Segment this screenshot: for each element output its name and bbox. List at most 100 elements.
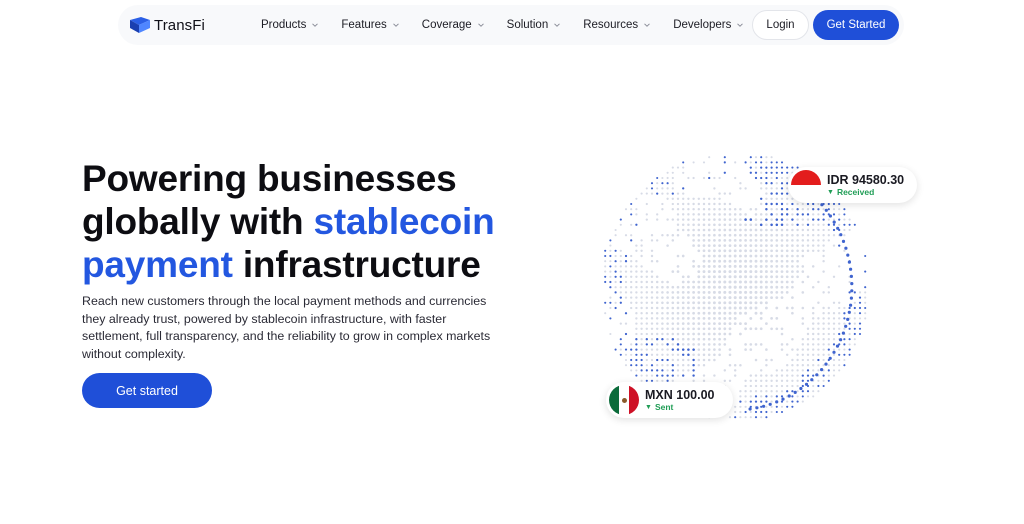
- globe-dot: [645, 306, 649, 310]
- globe-dot: [640, 374, 643, 377]
- globe-dot: [645, 187, 648, 190]
- transfer-arc-dot: [835, 344, 840, 348]
- globe-dot: [702, 207, 706, 211]
- globe-dot: [812, 358, 815, 362]
- nav-resources[interactable]: Resources: [583, 19, 651, 31]
- globe-dot: [640, 306, 643, 310]
- globe-dot: [661, 291, 664, 294]
- globe-dot: [733, 264, 737, 268]
- nav-coverage[interactable]: Coverage: [422, 19, 485, 31]
- globe-dot: [692, 322, 695, 325]
- globe-dot: [754, 390, 758, 393]
- globe-dot: [754, 290, 758, 294]
- globe-dot: [759, 202, 763, 206]
- globe-dot: [817, 213, 820, 216]
- globe-dot: [692, 369, 695, 372]
- globe-dot: [822, 384, 825, 388]
- globe-dot: [827, 374, 830, 377]
- globe-dot: [780, 379, 784, 382]
- hero-get-started-button[interactable]: Get started: [82, 373, 212, 408]
- globe-dot: [791, 280, 794, 284]
- nav-developers[interactable]: Developers: [673, 19, 744, 31]
- globe-dot: [817, 218, 820, 221]
- idr-transaction-card: IDR 94580.30 ▼ Received: [788, 167, 917, 203]
- globe-dot: [780, 275, 784, 279]
- globe-dot: [744, 343, 747, 346]
- globe-dot: [744, 161, 747, 164]
- globe-dot: [707, 228, 711, 232]
- globe-dot: [775, 270, 779, 273]
- globe-dot: [676, 270, 680, 273]
- globe-dot: [614, 291, 617, 294]
- globe-dot: [728, 218, 732, 221]
- globe-dot: [692, 207, 695, 211]
- globe-dot: [791, 265, 794, 268]
- nav-solution[interactable]: Solution: [507, 19, 562, 31]
- globe-dot: [843, 218, 846, 221]
- globe-dot: [624, 358, 628, 362]
- globe-dot: [817, 332, 820, 336]
- globe-dot: [760, 176, 763, 180]
- globe-dot: [650, 291, 654, 294]
- globe-dot: [723, 270, 727, 274]
- globe-dot: [780, 233, 784, 237]
- globe-dot: [624, 208, 628, 211]
- globe-dot: [713, 358, 716, 362]
- globe-dot: [702, 213, 706, 216]
- nav-developers-label: Developers: [673, 19, 732, 31]
- globe-dot: [827, 379, 830, 382]
- globe-dot: [713, 176, 716, 180]
- nav-products[interactable]: Products: [261, 19, 319, 31]
- globe-dot: [822, 249, 825, 252]
- globe-dot: [796, 233, 799, 237]
- globe-dot: [661, 311, 664, 315]
- globe-dot: [738, 280, 742, 284]
- globe-dot: [661, 306, 664, 310]
- globe-dot: [759, 285, 763, 289]
- globe-dot: [785, 280, 789, 284]
- globe-dot: [733, 270, 737, 274]
- globe-dot: [682, 166, 685, 169]
- globe-dot: [864, 301, 867, 304]
- globe-dot: [775, 213, 779, 216]
- globe-dot: [775, 395, 778, 398]
- globe-dot: [650, 275, 654, 279]
- globe-dot: [661, 208, 664, 211]
- globe-dot: [682, 187, 685, 190]
- globe-dot: [707, 223, 711, 227]
- globe-dot: [707, 332, 711, 336]
- globe-dot: [687, 358, 690, 362]
- brand-logo[interactable]: TransFi: [130, 15, 205, 35]
- globe-dot: [765, 249, 768, 253]
- login-button[interactable]: Login: [752, 10, 809, 40]
- globe-dot: [728, 275, 732, 279]
- globe-dot: [687, 301, 690, 305]
- globe-dot: [713, 239, 716, 242]
- globe-dot: [812, 234, 815, 237]
- globe-dot: [843, 234, 846, 237]
- mxn-transaction-card: MXN 100.00 ▼ Sent: [606, 382, 733, 418]
- globe-dot: [723, 223, 727, 227]
- globe-dot: [697, 332, 701, 336]
- globe-dot: [702, 358, 706, 362]
- globe-dot: [811, 332, 815, 336]
- globe-dot: [749, 285, 753, 289]
- globe-dot: [635, 332, 638, 336]
- globe-dot: [775, 285, 779, 289]
- globe-dot: [718, 202, 721, 206]
- globe-dot: [749, 327, 753, 331]
- globe-dot: [812, 374, 815, 377]
- globe-dot: [635, 296, 638, 299]
- globe-dot: [775, 218, 779, 221]
- nav-features[interactable]: Features: [341, 19, 399, 31]
- globe-dot: [848, 223, 851, 226]
- get-started-button[interactable]: Get Started: [813, 10, 899, 40]
- globe-dot: [661, 192, 664, 195]
- globe-dot: [843, 348, 846, 351]
- globe-dot: [765, 390, 768, 393]
- globe-dot: [780, 332, 784, 336]
- globe-dot: [687, 363, 690, 367]
- globe-dot: [770, 405, 773, 408]
- globe-dot: [692, 363, 695, 367]
- globe-dot: [733, 207, 737, 211]
